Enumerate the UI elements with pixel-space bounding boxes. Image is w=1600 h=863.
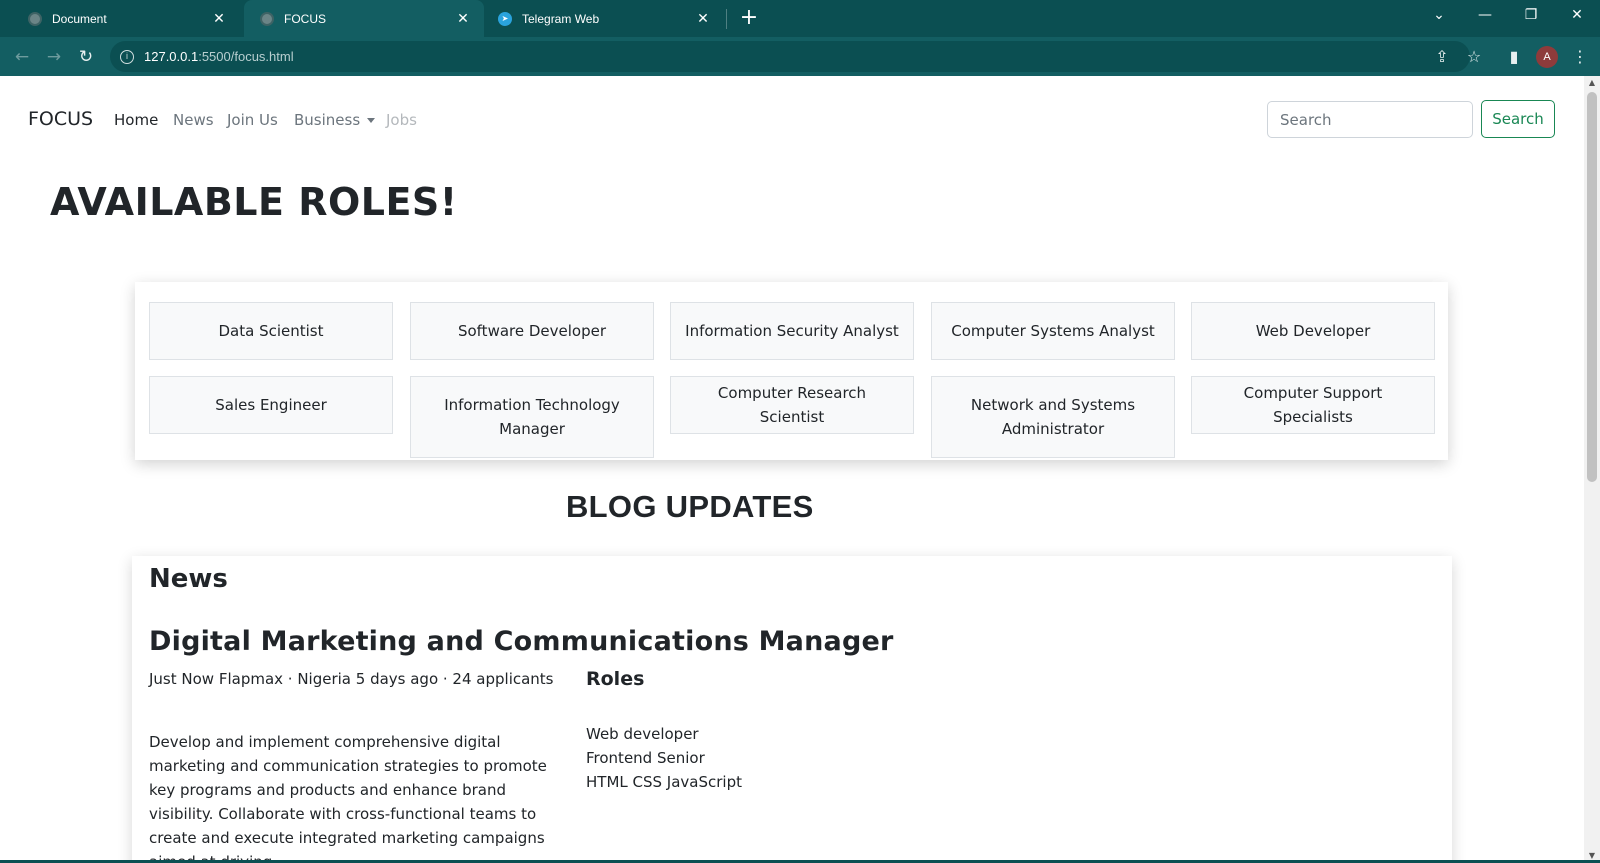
search-input[interactable] bbox=[1267, 101, 1473, 138]
role-item[interactable]: Computer Research Scientist bbox=[670, 376, 914, 434]
close-icon[interactable]: ✕ bbox=[206, 10, 232, 27]
role-item[interactable]: Network and Systems Administrator bbox=[931, 376, 1175, 458]
blog-section-title: BLOG UPDATES bbox=[566, 489, 814, 524]
menu-dots-icon[interactable]: ⋮ bbox=[1568, 43, 1592, 71]
nav-business-label: Business bbox=[294, 111, 361, 129]
restore-button[interactable]: ❐ bbox=[1508, 0, 1554, 30]
caret-down-icon bbox=[367, 118, 376, 123]
role-item[interactable]: Information Security Analyst bbox=[670, 302, 914, 360]
page-scrollbar[interactable]: ▲ ▼ bbox=[1584, 76, 1600, 863]
nav-business-dropdown[interactable]: Business bbox=[294, 111, 376, 129]
job-roles-list: Web developer Frontend Senior HTML CSS J… bbox=[586, 722, 742, 794]
tab-focus[interactable]: FOCUS ✕ bbox=[244, 0, 484, 37]
url-path: :5500/focus.html bbox=[198, 49, 294, 64]
list-item: Web developer bbox=[586, 725, 699, 743]
scrollbar-thumb[interactable] bbox=[1587, 92, 1597, 482]
news-heading: News bbox=[149, 564, 228, 594]
tab-telegram[interactable]: ➤ Telegram Web ✕ bbox=[484, 0, 724, 37]
globe-icon bbox=[28, 11, 42, 26]
reload-icon[interactable]: ↻ bbox=[72, 43, 100, 71]
role-item[interactable]: Information Technology Manager bbox=[410, 376, 654, 458]
close-window-button[interactable]: ✕ bbox=[1554, 0, 1600, 30]
job-description: Develop and implement comprehensive digi… bbox=[149, 733, 547, 863]
close-icon[interactable]: ✕ bbox=[450, 10, 476, 27]
news-card: News Digital Marketing and Communication… bbox=[132, 556, 1452, 863]
nav-jobs: Jobs bbox=[386, 111, 417, 129]
bookmark-star-icon[interactable]: ☆ bbox=[1460, 43, 1488, 71]
list-item: Frontend Senior bbox=[586, 749, 705, 767]
role-item[interactable]: Computer Support Specialists bbox=[1191, 376, 1435, 434]
page-viewport: FOCUS Home News Join Us Business Jobs Se… bbox=[0, 76, 1584, 863]
tab-document[interactable]: Document ✕ bbox=[8, 0, 240, 37]
brand-logo[interactable]: FOCUS bbox=[28, 108, 93, 130]
address-bar[interactable]: i 127.0.0.1 :5500/focus.html bbox=[110, 41, 1470, 72]
tab-separator bbox=[726, 9, 727, 29]
profile-avatar[interactable]: A bbox=[1536, 46, 1558, 68]
nav-home[interactable]: Home bbox=[114, 111, 158, 129]
browser-tab-bar: Document ✕ FOCUS ✕ ➤ Telegram Web ✕ + ⌄ … bbox=[0, 0, 1600, 37]
role-item[interactable]: Computer Systems Analyst bbox=[931, 302, 1175, 360]
forward-icon[interactable]: → bbox=[40, 43, 68, 71]
job-roles-heading: Roles bbox=[586, 668, 645, 690]
job-title[interactable]: Digital Marketing and Communications Man… bbox=[149, 626, 894, 657]
tab-title: FOCUS bbox=[284, 11, 326, 26]
new-tab-button[interactable]: + bbox=[736, 4, 762, 32]
info-icon[interactable]: i bbox=[120, 49, 134, 64]
close-icon[interactable]: ✕ bbox=[690, 10, 716, 27]
back-icon[interactable]: ← bbox=[8, 43, 36, 71]
scroll-up-icon[interactable]: ▲ bbox=[1584, 76, 1600, 90]
tab-title: Telegram Web bbox=[522, 11, 600, 26]
globe-icon bbox=[260, 11, 274, 26]
page-title: AVAILABLE ROLES! bbox=[50, 180, 458, 224]
share-icon[interactable]: ⇪ bbox=[1428, 43, 1456, 71]
url-host: 127.0.0.1 bbox=[144, 49, 199, 64]
role-item[interactable]: Sales Engineer bbox=[149, 376, 393, 434]
search-button[interactable]: Search bbox=[1481, 100, 1555, 138]
tab-search-icon[interactable]: ⌄ bbox=[1416, 0, 1462, 30]
side-panel-icon[interactable]: ▮ bbox=[1500, 43, 1528, 71]
role-item[interactable]: Web Developer bbox=[1191, 302, 1435, 360]
browser-toolbar: ← → ↻ i 127.0.0.1 :5500/focus.html ⇪ ☆ ▮… bbox=[0, 37, 1600, 76]
minimize-button[interactable]: — bbox=[1462, 0, 1508, 30]
tab-title: Document bbox=[52, 11, 107, 26]
site-navbar: FOCUS Home News Join Us Business Jobs Se… bbox=[0, 76, 1584, 162]
roles-card: Data Scientist Software Developer Inform… bbox=[135, 282, 1448, 460]
role-item[interactable]: Data Scientist bbox=[149, 302, 393, 360]
list-item: HTML CSS JavaScript bbox=[586, 773, 742, 791]
role-item[interactable]: Software Developer bbox=[410, 302, 654, 360]
job-meta: Just Now Flapmax · Nigeria 5 days ago · … bbox=[149, 670, 554, 688]
nav-news[interactable]: News bbox=[173, 111, 214, 129]
nav-join-us[interactable]: Join Us bbox=[227, 111, 278, 129]
telegram-icon: ➤ bbox=[498, 11, 512, 26]
